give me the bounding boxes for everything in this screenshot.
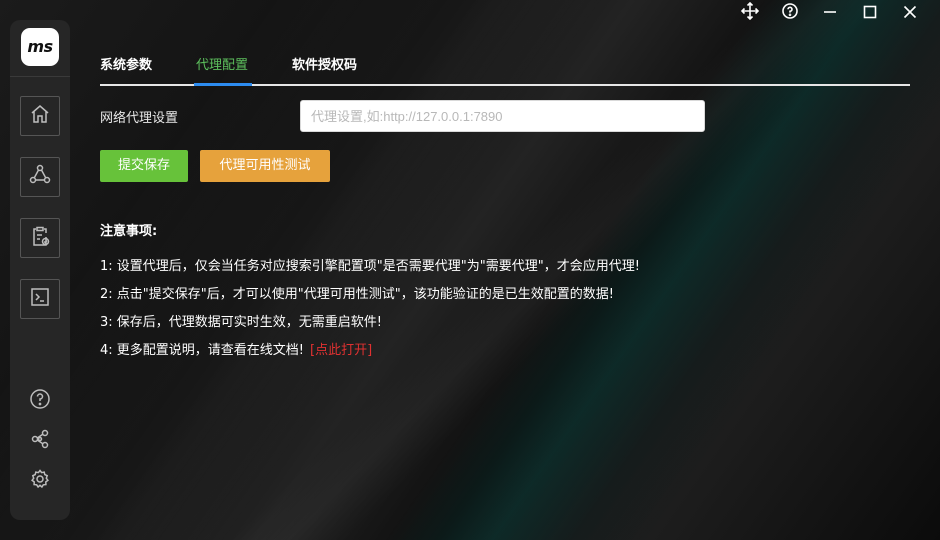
tab-proxy-config[interactable]: 代理配置	[196, 58, 248, 74]
tab-system-params[interactable]: 系统参数	[100, 58, 152, 74]
sidebar-item-settings[interactable]	[27, 468, 53, 494]
minimize-icon	[823, 4, 837, 23]
gear-icon	[29, 468, 51, 494]
proxy-setting-label: 网络代理设置	[100, 111, 179, 126]
home-icon	[29, 103, 51, 129]
sidebar-item-tasks[interactable]	[20, 218, 60, 258]
note-item-text: 4: 更多配置说明，请查看在线文档!	[100, 343, 304, 358]
proxy-test-button[interactable]: 代理可用性测试	[200, 150, 330, 182]
proxy-input[interactable]	[300, 100, 705, 132]
share-nodes-icon	[29, 428, 51, 454]
help-button[interactable]	[779, 2, 801, 24]
notes-section: 注意事项: 1: 设置代理后，仅会当任务对应搜索引擎配置项"是否需要代理"为"需…	[100, 220, 640, 369]
settings-tabs: 系统参数 代理配置 软件授权码	[100, 58, 910, 86]
move-icon	[740, 1, 760, 24]
sidebar-item-home[interactable]	[20, 96, 60, 136]
move-window-button[interactable]	[739, 1, 761, 24]
notes-title: 注意事项:	[100, 224, 158, 239]
close-button[interactable]	[899, 2, 921, 24]
sidebar: ms	[10, 20, 70, 520]
maximize-button[interactable]	[859, 2, 881, 24]
note-item: 2: 点击"提交保存"后，才可以使用"代理可用性测试"，该功能验证的是已生效配置…	[100, 287, 614, 302]
help-icon	[782, 3, 798, 23]
note-item: 1: 设置代理后，仅会当任务对应搜索引擎配置项"是否需要代理"为"需要代理"，才…	[100, 259, 640, 274]
submit-save-button[interactable]: 提交保存	[100, 150, 188, 182]
clipboard-check-icon	[29, 225, 51, 251]
tab-license-code[interactable]: 软件授权码	[292, 58, 357, 74]
note-item: 4: 更多配置说明，请查看在线文档! [点此打开]	[100, 341, 640, 369]
maximize-icon	[863, 4, 877, 23]
terminal-icon	[29, 286, 51, 312]
sidebar-item-terminal[interactable]	[20, 279, 60, 319]
sidebar-item-plugins[interactable]	[27, 428, 53, 454]
close-icon	[903, 4, 917, 23]
sidebar-divider	[10, 76, 70, 77]
online-docs-link[interactable]: [点此打开]	[310, 343, 372, 358]
sidebar-item-network[interactable]	[20, 157, 60, 197]
note-item: 3: 保存后，代理数据可实时生效，无需重启软件!	[100, 315, 382, 330]
network-nodes-icon	[28, 163, 52, 191]
help-circle-icon	[29, 388, 51, 414]
sidebar-item-help[interactable]	[27, 388, 53, 414]
active-tab-indicator	[194, 83, 252, 86]
app-logo: ms	[21, 28, 59, 66]
minimize-button[interactable]	[819, 2, 841, 24]
